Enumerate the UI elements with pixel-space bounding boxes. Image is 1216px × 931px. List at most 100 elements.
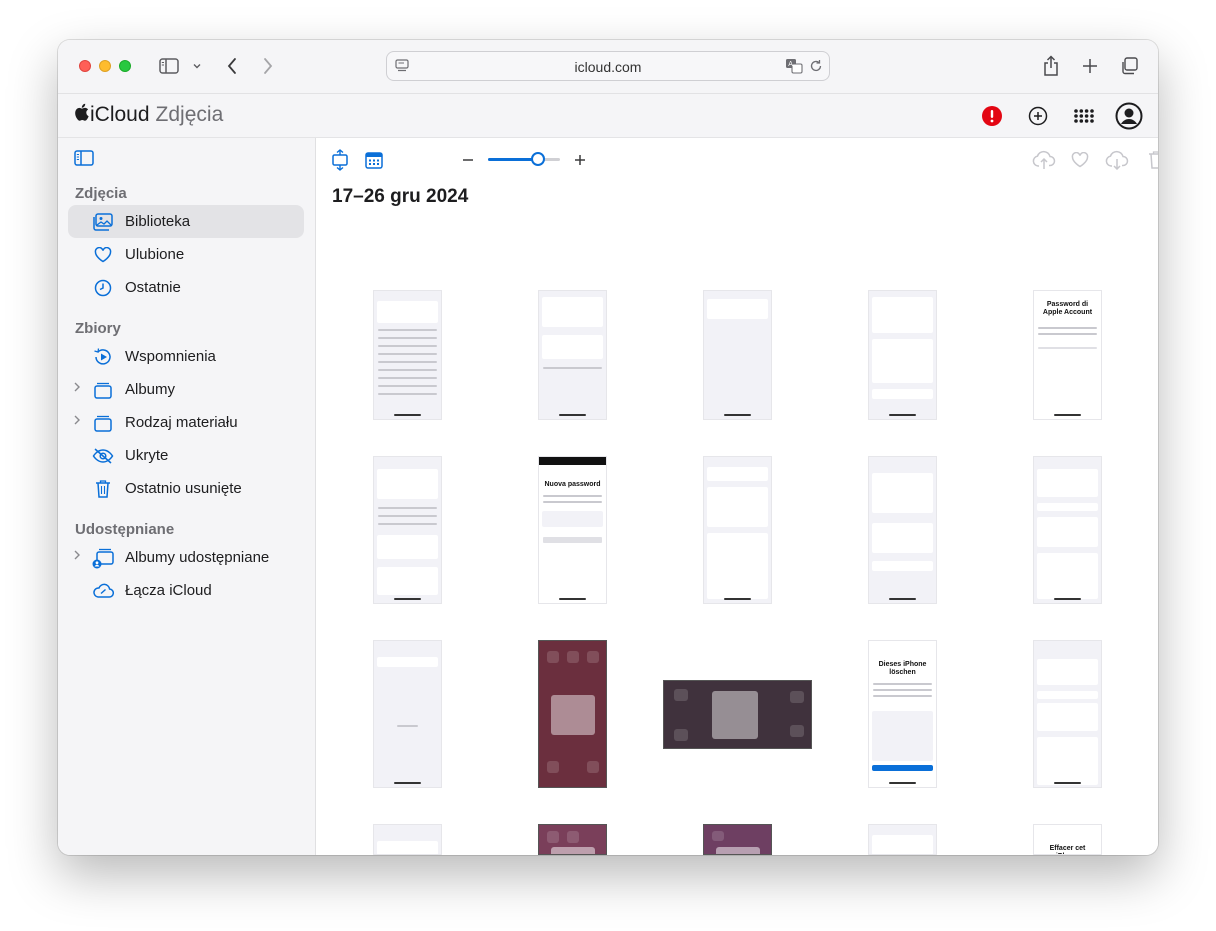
account-avatar-icon[interactable] (1115, 102, 1143, 130)
address-bar[interactable]: icloud.com A (386, 51, 830, 81)
sidebar-item-label: Biblioteka (125, 213, 191, 230)
sidebar-item-icloud-links[interactable]: Łącza iCloud (68, 574, 304, 607)
photo-thumbnail[interactable] (703, 824, 772, 855)
zoom-window-button[interactable] (119, 60, 131, 72)
chevron-down-icon[interactable] (190, 54, 204, 78)
sidebar-item-favorites[interactable]: Ulubione (68, 238, 304, 271)
thumbnail-title: Dieses iPhone löschen (878, 661, 927, 676)
sidebar-item-media-types[interactable]: Rodzaj materiału (68, 406, 304, 439)
product-name: Zdjęcia (155, 103, 224, 126)
favorite-icon[interactable] (1068, 148, 1092, 172)
calendar-grid-icon[interactable] (362, 148, 386, 172)
photo-thumbnail[interactable] (373, 824, 442, 855)
chevron-right-icon[interactable] (73, 414, 85, 430)
date-range-heading: 17–26 gru 2024 (332, 186, 469, 207)
url-text: icloud.com (574, 59, 642, 75)
sidebar-item-albums[interactable]: Albumy (68, 373, 304, 406)
heart-icon (92, 244, 114, 266)
sidebar-item-label: Ostatnie (125, 279, 181, 296)
zoom-slider[interactable] (488, 152, 560, 166)
photo-thumbnail[interactable] (868, 824, 937, 855)
thumbnail-title: Nuova password (544, 481, 601, 488)
photo-thumbnail[interactable] (868, 456, 937, 604)
add-circle-icon[interactable] (1026, 104, 1050, 128)
sidebar-item-recent[interactable]: Ostatnie (68, 271, 304, 304)
zoom-slider-knob[interactable] (531, 152, 546, 166)
sidebar-item-hidden[interactable]: Ukryte (68, 439, 304, 472)
photo-library-view: 17–26 gru 2024 Password di Apple Account (316, 138, 1158, 855)
new-tab-icon[interactable] (1079, 54, 1101, 78)
back-icon[interactable] (222, 54, 242, 78)
app-header: iCloud Zdjęcia (58, 94, 1158, 138)
photo-thumbnail[interactable] (373, 640, 442, 788)
photo-thumbnail[interactable]: Dieses iPhone löschen (868, 640, 937, 788)
forward-icon[interactable] (258, 54, 278, 78)
sidebar-item-library[interactable]: Biblioteka (68, 205, 304, 238)
sidebar-item-memories[interactable]: Wspomnienia (68, 340, 304, 373)
photo-thumbnail[interactable] (538, 640, 607, 788)
sidebar-item-label: Ulubione (125, 246, 185, 263)
minimize-window-button[interactable] (99, 60, 111, 72)
sidebar-item-label: Albumy udostępniane (125, 549, 270, 566)
tab-overview-icon[interactable] (1118, 54, 1140, 78)
photo-thumbnail[interactable] (373, 290, 442, 420)
upload-icon[interactable] (1032, 148, 1056, 172)
sidebar-item-label: Wspomnienia (125, 348, 216, 365)
close-window-button[interactable] (79, 60, 91, 72)
photo-thumbnail[interactable] (373, 456, 442, 604)
eye-slash-icon (92, 445, 114, 467)
chevron-right-icon[interactable] (73, 381, 85, 397)
sidebar-collapse-icon[interactable] (74, 150, 94, 171)
zoom-out-icon[interactable] (456, 148, 480, 172)
photo-thumbnail[interactable] (1033, 456, 1102, 604)
app-brand[interactable]: iCloud Zdjęcia (74, 103, 223, 127)
photo-thumbnail[interactable] (663, 680, 812, 749)
app-grid-icon[interactable] (1072, 104, 1096, 128)
sidebar-item-label: Rodzaj materiału (125, 414, 238, 431)
photo-thumbnail[interactable]: Password di Apple Account (1033, 290, 1102, 420)
download-icon[interactable] (1105, 148, 1129, 172)
photo-thumbnail[interactable]: Nuova password (538, 456, 607, 604)
icloud-link-icon (92, 580, 114, 602)
library-icon (92, 211, 114, 233)
section-title-shared: Udostępniane (75, 521, 175, 538)
thumbnail-title: Effacer cet iPhone (1049, 845, 1086, 854)
clock-icon (92, 277, 114, 299)
photo-thumbnail[interactable] (538, 290, 607, 420)
zoom-in-icon[interactable] (568, 148, 592, 172)
trash-icon (92, 478, 114, 500)
fit-aspect-icon[interactable] (328, 148, 352, 172)
media-types-icon (92, 412, 114, 434)
share-icon[interactable] (1040, 54, 1062, 78)
photo-thumbnail[interactable] (1033, 640, 1102, 788)
brand-name: iCloud (90, 103, 150, 126)
reload-icon[interactable] (809, 59, 823, 78)
sidebar-item-shared-albums[interactable]: Albumy udostępniane (68, 541, 304, 574)
sidebar-item-label: Łącza iCloud (125, 582, 212, 599)
albums-icon (92, 379, 114, 401)
delete-icon[interactable] (1144, 148, 1158, 172)
svg-text:A: A (788, 61, 793, 68)
photo-thumbnail[interactable] (703, 456, 772, 604)
memories-icon (92, 346, 114, 368)
browser-window: icloud.com A iCloud Zdjęcia Zdjęcia Bibl… (58, 40, 1158, 855)
sidebar-item-label: Ostatnio usunięte (125, 480, 242, 497)
thumbnail-title: Password di Apple Account (1042, 301, 1093, 316)
photo-thumbnail[interactable] (868, 290, 937, 420)
sidebar-toggle-icon[interactable] (158, 54, 180, 78)
photo-thumbnail[interactable] (538, 824, 607, 855)
translate-icon[interactable]: A (785, 58, 803, 79)
apple-logo-icon (74, 103, 89, 127)
sidebar: Zdjęcia Biblioteka Ulubione Ostatnie Zbi… (58, 138, 316, 855)
sidebar-item-recently-deleted[interactable]: Ostatnio usunięte (68, 472, 304, 505)
sidebar-item-label: Ukryte (125, 447, 169, 464)
browser-toolbar: icloud.com A (58, 40, 1158, 94)
sidebar-item-label: Albumy (125, 381, 176, 398)
chevron-right-icon[interactable] (73, 549, 85, 565)
photo-thumbnail[interactable]: Effacer cet iPhone (1033, 824, 1102, 855)
section-title-collections: Zbiory (75, 320, 121, 337)
shared-albums-icon (92, 547, 114, 569)
section-title-photos: Zdjęcia (75, 185, 127, 202)
photo-thumbnail[interactable] (703, 290, 772, 420)
alert-icon[interactable] (980, 104, 1004, 128)
